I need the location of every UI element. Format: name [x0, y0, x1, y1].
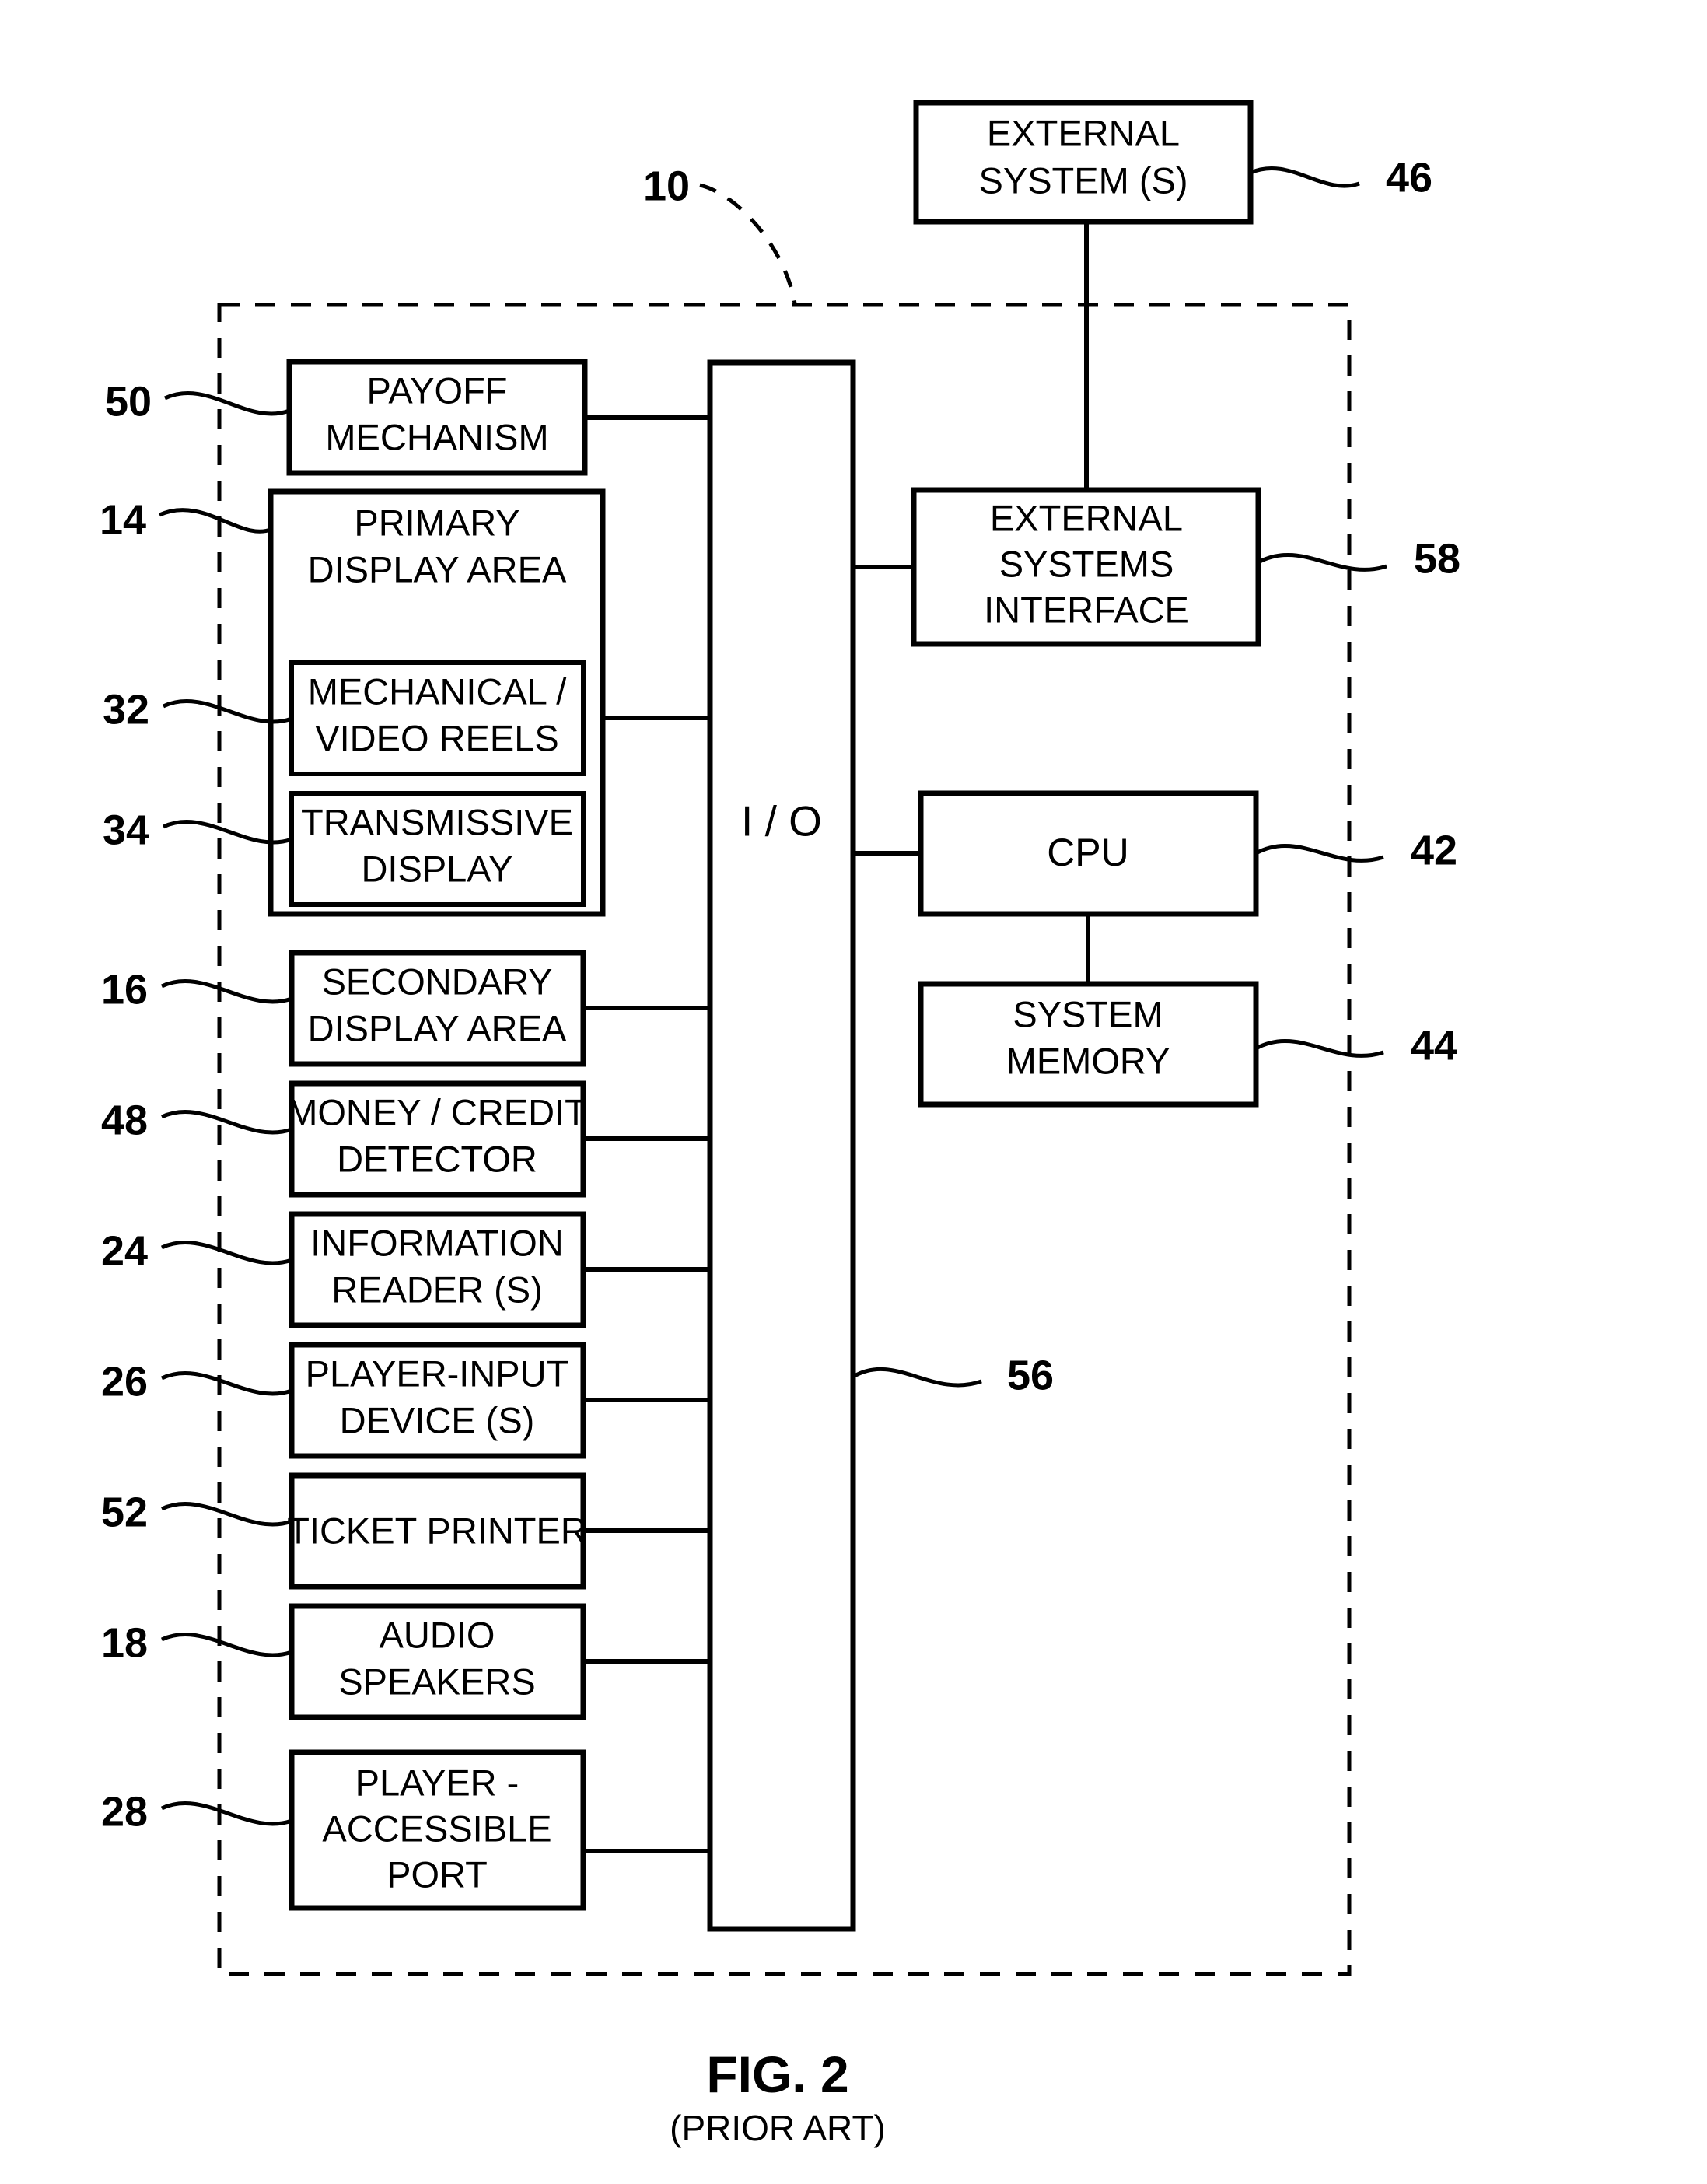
system-ref-leader	[699, 183, 797, 304]
system-memory-line-2: MEMORY	[1006, 1040, 1170, 1081]
external-systems-interface-line-3: INTERFACE	[984, 589, 1189, 630]
external-systems-line-2: SYSTEM (S)	[979, 159, 1188, 201]
ref-56: 56	[1007, 1352, 1054, 1398]
ref-42: 42	[1411, 827, 1457, 873]
ref-44-leader	[1254, 1039, 1384, 1058]
player-input-devices-line-2: DEVICE (S)	[340, 1399, 535, 1440]
player-input-devices-line-1: PLAYER-INPUT	[306, 1353, 569, 1394]
money-credit-detector-line-2: DETECTOR	[337, 1138, 537, 1179]
primary-display-area-line-1: PRIMARY	[354, 502, 519, 543]
figure-subtitle: (PRIOR ART)	[670, 2108, 886, 2148]
transmissive-display-line-1: TRANSMISSIVE	[301, 801, 573, 842]
ref-48: 48	[101, 1097, 148, 1143]
ticket-printer-label: TICKET PRINTER	[287, 1510, 587, 1551]
ref-58: 58	[1414, 535, 1460, 582]
information-readers-line-1: INFORMATION	[310, 1222, 564, 1263]
ref-50-leader	[163, 391, 290, 416]
player-accessible-port-line-2: ACCESSIBLE	[322, 1808, 551, 1849]
cpu-label: CPU	[1047, 831, 1129, 874]
ref-48-leader	[160, 1110, 292, 1135]
ref-46-leader	[1250, 166, 1360, 188]
ref-26: 26	[101, 1358, 148, 1405]
money-credit-detector-line-1: MONEY / CREDIT	[287, 1091, 587, 1132]
transmissive-display-line-2: DISPLAY	[361, 848, 512, 889]
block-diagram-canvas: 10 EXTERNAL SYSTEM (S) 46 EXTERNAL SYSTE…	[100, 100, 1460, 2148]
ref-50: 50	[105, 378, 152, 425]
external-systems-interface-line-2: SYSTEMS	[999, 543, 1174, 584]
player-accessible-port-line-3: PORT	[387, 1853, 488, 1895]
external-systems-interface-line-1: EXTERNAL	[990, 497, 1183, 538]
player-accessible-port-line-1: PLAYER -	[355, 1762, 519, 1803]
payoff-mechanism-line-1: PAYOFF	[366, 369, 507, 411]
ref-56-leader	[852, 1367, 982, 1388]
system-memory-line-1: SYSTEM	[1013, 993, 1163, 1034]
secondary-display-area-line-2: DISPLAY AREA	[308, 1007, 567, 1048]
ref-58-leader	[1257, 553, 1387, 572]
ref-10: 10	[643, 163, 690, 209]
ref-28: 28	[101, 1788, 148, 1835]
ref-14: 14	[100, 496, 146, 543]
ref-52-leader	[160, 1502, 292, 1527]
ref-24-leader	[160, 1241, 292, 1265]
ref-26-leader	[160, 1371, 292, 1396]
audio-speakers-line-1: AUDIO	[380, 1614, 495, 1655]
ref-44: 44	[1411, 1022, 1457, 1069]
io-bar	[707, 359, 856, 1932]
external-systems-line-1: EXTERNAL	[987, 112, 1180, 153]
information-readers-line-2: READER (S)	[331, 1269, 543, 1310]
ref-46: 46	[1386, 154, 1432, 201]
ref-18-leader	[160, 1633, 292, 1657]
ref-42-leader	[1254, 844, 1384, 863]
io-label: I / O	[741, 797, 822, 845]
secondary-display-area-line-1: SECONDARY	[322, 961, 553, 1002]
ref-14-leader	[158, 508, 274, 534]
ref-16-leader	[160, 979, 292, 1004]
ref-28-leader	[160, 1801, 292, 1826]
payoff-mechanism-line-2: MECHANISM	[325, 416, 548, 457]
ref-18: 18	[101, 1619, 148, 1666]
mechanical-video-reels-line-1: MECHANICAL /	[308, 670, 567, 712]
figure-title: FIG. 2	[706, 2046, 848, 2103]
ref-24: 24	[101, 1227, 148, 1274]
patent-figure-page: 10 EXTERNAL SYSTEM (S) 46 EXTERNAL SYSTE…	[0, 0, 1707, 2184]
mechanical-video-reels-line-2: VIDEO REELS	[315, 717, 558, 758]
primary-display-area-line-2: DISPLAY AREA	[308, 548, 567, 590]
ref-16: 16	[101, 966, 148, 1013]
ref-34: 34	[103, 807, 149, 853]
audio-speakers-line-2: SPEAKERS	[338, 1661, 535, 1702]
ref-52: 52	[101, 1489, 148, 1535]
ref-32: 32	[103, 686, 149, 733]
